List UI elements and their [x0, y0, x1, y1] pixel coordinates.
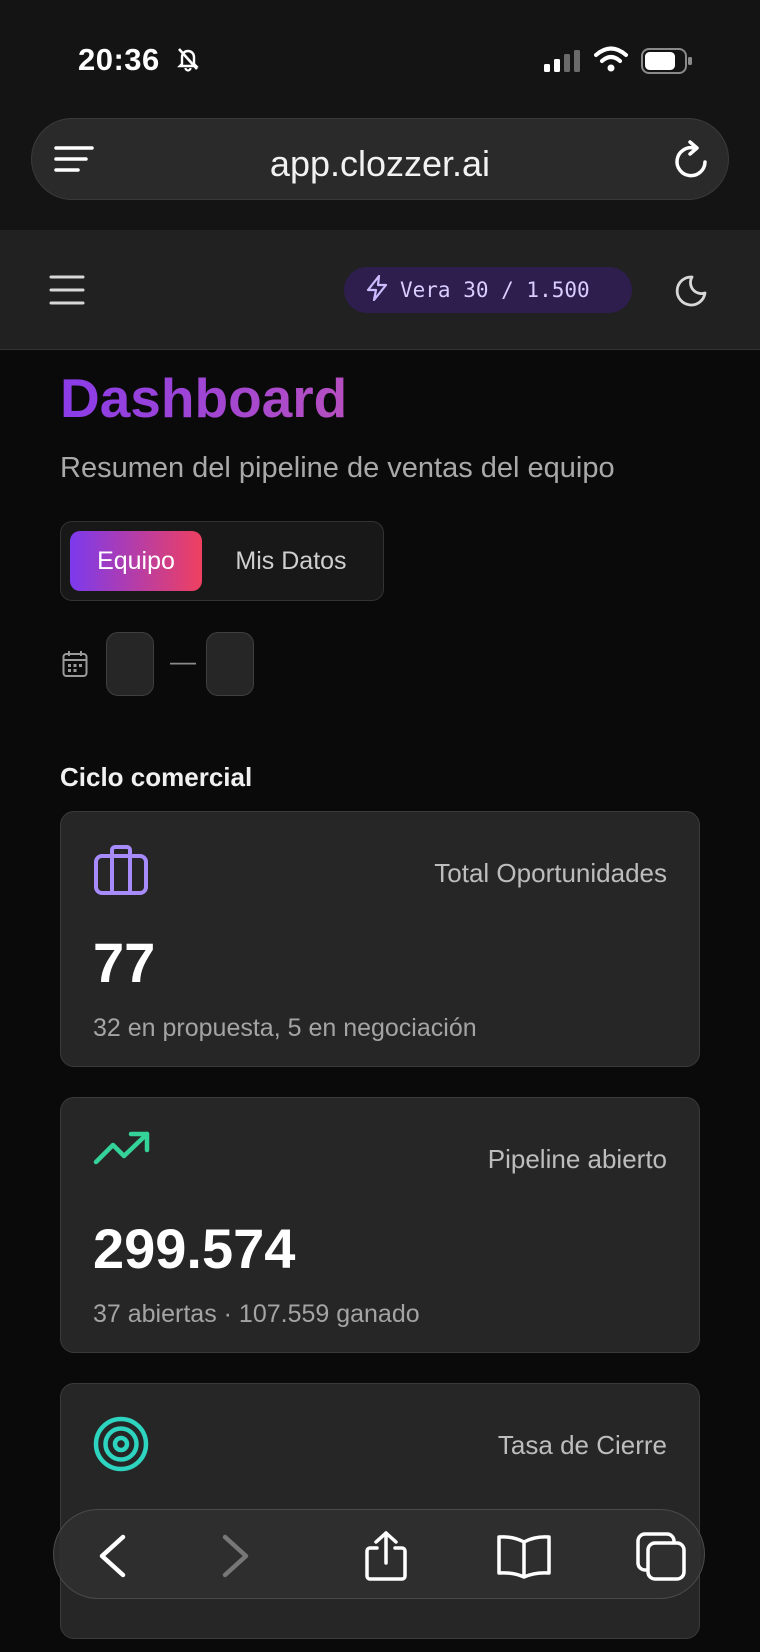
status-bar: 20:36 [0, 0, 760, 110]
stat-card-total-oportunidades[interactable]: Total Oportunidades 77 32 en propuesta, … [60, 811, 700, 1067]
forward-icon[interactable] [206, 1530, 266, 1582]
cellular-signal-icon [544, 50, 582, 77]
date-separator: — [170, 646, 196, 676]
share-icon[interactable] [356, 1530, 416, 1582]
target-icon [93, 1416, 149, 1477]
date-from-input[interactable] [106, 632, 154, 696]
hamburger-menu-icon[interactable] [49, 274, 85, 311]
lightning-icon [366, 274, 388, 306]
moon-icon[interactable] [674, 274, 708, 313]
trending-up-icon [93, 1130, 151, 1171]
date-range: — [60, 632, 260, 698]
back-icon[interactable] [82, 1530, 142, 1582]
toggle-equipo[interactable]: Equipo [70, 531, 202, 591]
browser-top-bar: app.clozzer.ai [0, 110, 760, 230]
card-label: Tasa de Cierre [497, 1430, 667, 1460]
browser-bottom-toolbar [53, 1509, 705, 1599]
stat-card-pipeline-abierto[interactable]: Pipeline abierto 299.574 37 abiertas · 1… [60, 1097, 700, 1353]
card-label: Total Oportunidades [434, 858, 667, 888]
section-title: Ciclo comercial [60, 762, 253, 792]
card-subtext: 32 en propuesta, 5 en negociación [93, 1014, 477, 1042]
wifi-icon [594, 46, 628, 77]
card-value: 299.574 [93, 1217, 296, 1280]
reload-icon[interactable] [672, 139, 712, 186]
view-toggle: Equipo Mis Datos [60, 521, 384, 601]
battery-icon [641, 48, 693, 79]
card-label: Pipeline abierto [487, 1144, 667, 1174]
credits-badge[interactable]: Vera 30 / 1.500 [344, 267, 632, 313]
tabs-icon[interactable] [631, 1530, 691, 1582]
app-header: Vera 30 / 1.500 [0, 230, 760, 350]
bookmarks-icon[interactable] [494, 1530, 554, 1582]
credits-text: Vera 30 / 1.500 [400, 278, 590, 302]
card-subtext: 37 abiertas · 107.559 ganado [93, 1300, 420, 1328]
date-to-input[interactable] [206, 632, 254, 696]
status-time: 20:36 [78, 42, 160, 77]
toggle-mis-datos[interactable]: Mis Datos [211, 531, 371, 591]
bell-off-icon [176, 46, 200, 77]
briefcase-icon [93, 844, 149, 901]
calendar-icon [62, 650, 88, 683]
card-value: 77 [93, 931, 156, 994]
url-text[interactable]: app.clozzer.ai [32, 143, 728, 185]
address-bar[interactable]: app.clozzer.ai [31, 118, 729, 200]
page-subtitle: Resumen del pipeline de ventas del equip… [60, 452, 615, 484]
page-title: Dashboard [60, 367, 348, 429]
